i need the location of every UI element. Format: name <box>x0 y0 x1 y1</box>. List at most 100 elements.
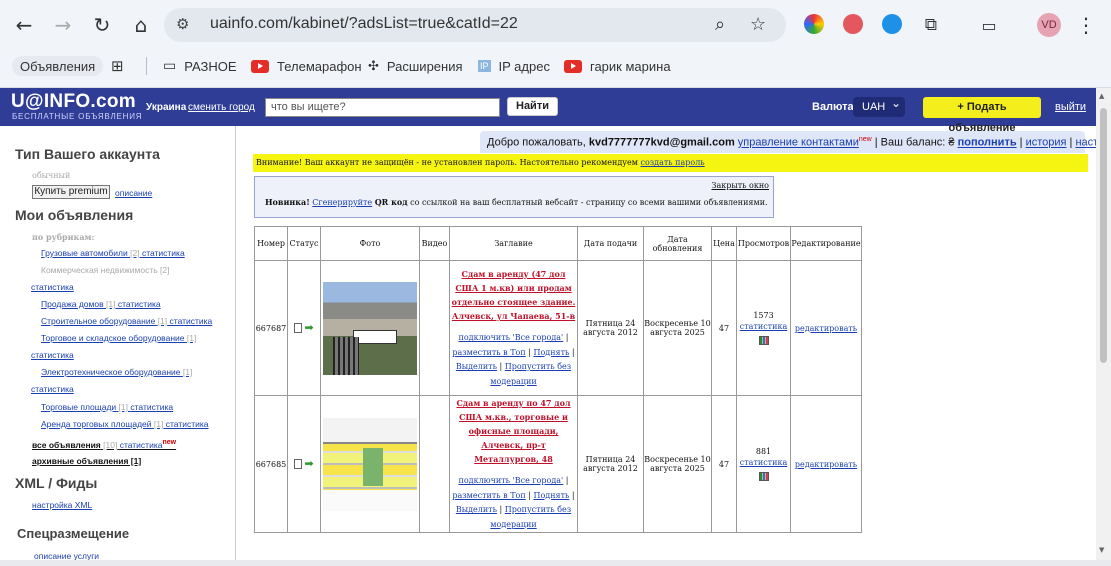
rubric-construction[interactable]: Строительное оборудование [1] статистика <box>41 316 212 326</box>
scroll-thumb[interactable] <box>1100 108 1107 363</box>
raise-link[interactable]: Поднять <box>533 491 569 500</box>
page-scrollbar[interactable]: ▲ ▼ <box>1096 88 1111 566</box>
site-info-icon[interactable]: ⚙ <box>176 15 196 35</box>
bookmark-label: IP адрес <box>498 58 550 74</box>
extension-color-icon[interactable] <box>804 14 824 34</box>
extension-infinity-icon[interactable] <box>843 14 863 34</box>
highlight-link[interactable]: Выделить <box>456 362 497 371</box>
place-top-link[interactable]: разместить в Топ <box>452 491 525 500</box>
rubric-stats-link[interactable]: статистика <box>130 402 173 412</box>
bar-chart-icon[interactable] <box>758 336 769 346</box>
puzzle-extensions-icon[interactable]: ⧉ <box>918 12 944 38</box>
ad-stats-link[interactable]: статистика <box>740 322 787 331</box>
ad-views-cell: 1573 статистика <box>736 260 791 396</box>
connect-all-cities-link[interactable]: подключить 'Все города' <box>459 333 564 342</box>
rubric-houses[interactable]: Продажа домов [1] статистика <box>41 299 161 309</box>
topup-link[interactable]: пополнить <box>958 137 1017 149</box>
apps-grid-icon[interactable]: ⊞ <box>111 56 124 76</box>
edit-link[interactable]: редактировать <box>795 460 857 469</box>
reading-list-icon[interactable]: ▭ <box>976 12 1002 38</box>
skip-moderation-link[interactable]: Пропустить без модерации <box>490 362 571 386</box>
home-icon[interactable]: ⌂ <box>128 12 154 38</box>
skip-moderation-link[interactable]: Пропустить без модерации <box>490 505 571 529</box>
rubric-electrical-stats[interactable]: статистика <box>31 384 74 394</box>
all-ads-label[interactable]: все объявления <box>32 440 101 450</box>
back-icon[interactable]: ← <box>11 12 37 38</box>
ad-photo[interactable] <box>320 260 420 396</box>
zoom-icon[interactable]: ⌕ <box>715 14 725 35</box>
building-photo[interactable] <box>323 281 417 375</box>
rubric-trade-equipment[interactable]: Торговое и складское оборудование [1] <box>41 333 196 343</box>
all-ads-link[interactable]: все объявления [10] статистикаnew <box>32 439 176 450</box>
bookmark-ip[interactable]: IP IP адрес <box>478 56 550 76</box>
table-row: 667687 ➡ Сдам в аренду (47 дол США 1 м.к… <box>254 260 862 396</box>
close-news-link[interactable]: Закрыть окно <box>711 181 769 190</box>
connect-all-cities-link[interactable]: подключить 'Все города' <box>459 476 564 485</box>
col-views: Просмотров <box>736 226 791 261</box>
logout-link[interactable]: выйти <box>1055 101 1086 113</box>
ad-date-updated: Воскресенье 10 августа 2025 <box>643 260 712 396</box>
ad-title-link[interactable]: Сдам в аренду (47 дол США 1 м.кв) или пр… <box>450 267 577 323</box>
bookmark-garik-marina[interactable]: гарик марина <box>564 56 671 76</box>
edit-link[interactable]: редактировать <box>795 324 857 333</box>
arrow-right-icon[interactable]: ➡ <box>304 322 313 333</box>
ad-photo[interactable] <box>320 395 420 533</box>
all-ads-stats-link[interactable]: статистика <box>120 440 163 450</box>
raise-link[interactable]: Поднять <box>533 348 569 357</box>
search-input[interactable]: что вы ищете? <box>265 98 500 117</box>
rubric-stats-link[interactable]: статистика <box>142 248 185 258</box>
create-password-link[interactable]: создать пароль <box>640 158 704 167</box>
bar-chart-icon[interactable] <box>758 472 769 482</box>
rubric-label[interactable]: Строительное оборудование <box>41 316 155 326</box>
rubric-retail-spaces[interactable]: Торговые площади [1] статистика <box>41 402 173 412</box>
rubric-trade-equipment-stats[interactable]: статистика <box>31 350 74 360</box>
profile-avatar[interactable]: VD <box>1037 13 1061 37</box>
highlight-link[interactable]: Выделить <box>456 505 497 514</box>
scroll-down-icon[interactable]: ▼ <box>1099 546 1104 554</box>
url-text[interactable]: uainfo.com/kabinet/?adsList=true&catId=2… <box>210 15 518 33</box>
ad-stats-link[interactable]: статистика <box>740 458 787 467</box>
rubric-electrical[interactable]: Электротехническое оборудование [1] <box>41 367 192 377</box>
rubric-stats-link[interactable]: статистика <box>118 299 161 309</box>
generate-qr-link[interactable]: Сгенерируйте <box>312 198 372 207</box>
rubric-stats-link[interactable]: статистика <box>166 419 209 429</box>
forward-icon[interactable]: → <box>50 12 76 38</box>
rubric-label[interactable]: Аренда торговых площадей <box>41 419 152 429</box>
rubric-trucks[interactable]: Грузовые автомобили [2] статистика <box>41 248 185 258</box>
extension-shazam-icon[interactable] <box>882 14 902 34</box>
separator: | <box>1019 136 1023 149</box>
find-button[interactable]: Найти <box>507 97 558 116</box>
bookmark-telemarathon[interactable]: Телемарафон <box>251 56 362 76</box>
more-menu-icon[interactable]: ⋮ <box>1073 12 1099 38</box>
greeting-text: Добро пожаловать, <box>487 136 586 149</box>
rubric-label[interactable]: Продажа домов <box>41 299 104 309</box>
post-ad-button[interactable]: + Подать объявление <box>923 97 1041 134</box>
bookmark-ads[interactable]: Объявления <box>12 56 104 76</box>
bookmark-star-icon[interactable]: ☆ <box>750 14 766 35</box>
rubric-label[interactable]: Торговые площади <box>41 402 116 412</box>
xml-settings-link[interactable]: настройка XML <box>32 500 92 510</box>
manage-contacts-link[interactable]: управление контактами <box>738 137 859 149</box>
rubric-retail-rent[interactable]: Аренда торговых площадей [1] статистика <box>41 419 209 429</box>
new-badge: new <box>162 439 177 446</box>
place-top-link[interactable]: разместить в Топ <box>452 348 525 357</box>
reload-icon[interactable]: ↻ <box>89 12 115 38</box>
ad-title-link[interactable]: Сдам в аренду по 47 дол США м.кв., торго… <box>450 396 577 466</box>
premium-description-link[interactable]: описание <box>115 188 152 198</box>
address-bar[interactable]: ⚙ uainfo.com/kabinet/?adsList=true&catId… <box>164 8 786 42</box>
change-region-link[interactable]: сменить город <box>188 102 255 113</box>
buy-premium-button[interactable]: Купить premium <box>32 185 110 199</box>
bookmark-extensions[interactable]: ✣ Расширения <box>368 56 463 76</box>
archived-ads-link[interactable]: архивные объявления [1] <box>32 456 141 466</box>
history-link[interactable]: история <box>1026 137 1067 149</box>
arrow-right-icon[interactable]: ➡ <box>304 458 313 469</box>
rubric-commercial-stats[interactable]: статистика <box>31 282 74 292</box>
bookmark-folder-raznoe[interactable]: ▭ РАЗНОЕ <box>163 56 237 76</box>
rubric-label[interactable]: Грузовые автомобили <box>41 248 128 258</box>
rubric-stats-link[interactable]: статистика <box>170 316 213 326</box>
site-logo[interactable]: U@INFO.com <box>11 91 136 113</box>
rubric-label[interactable]: Торговое и складское оборудование <box>41 333 185 343</box>
floorplan-photo[interactable] <box>323 417 417 511</box>
scroll-up-icon[interactable]: ▲ <box>1099 92 1104 100</box>
rubric-label[interactable]: Электротехническое оборудование <box>41 367 180 377</box>
